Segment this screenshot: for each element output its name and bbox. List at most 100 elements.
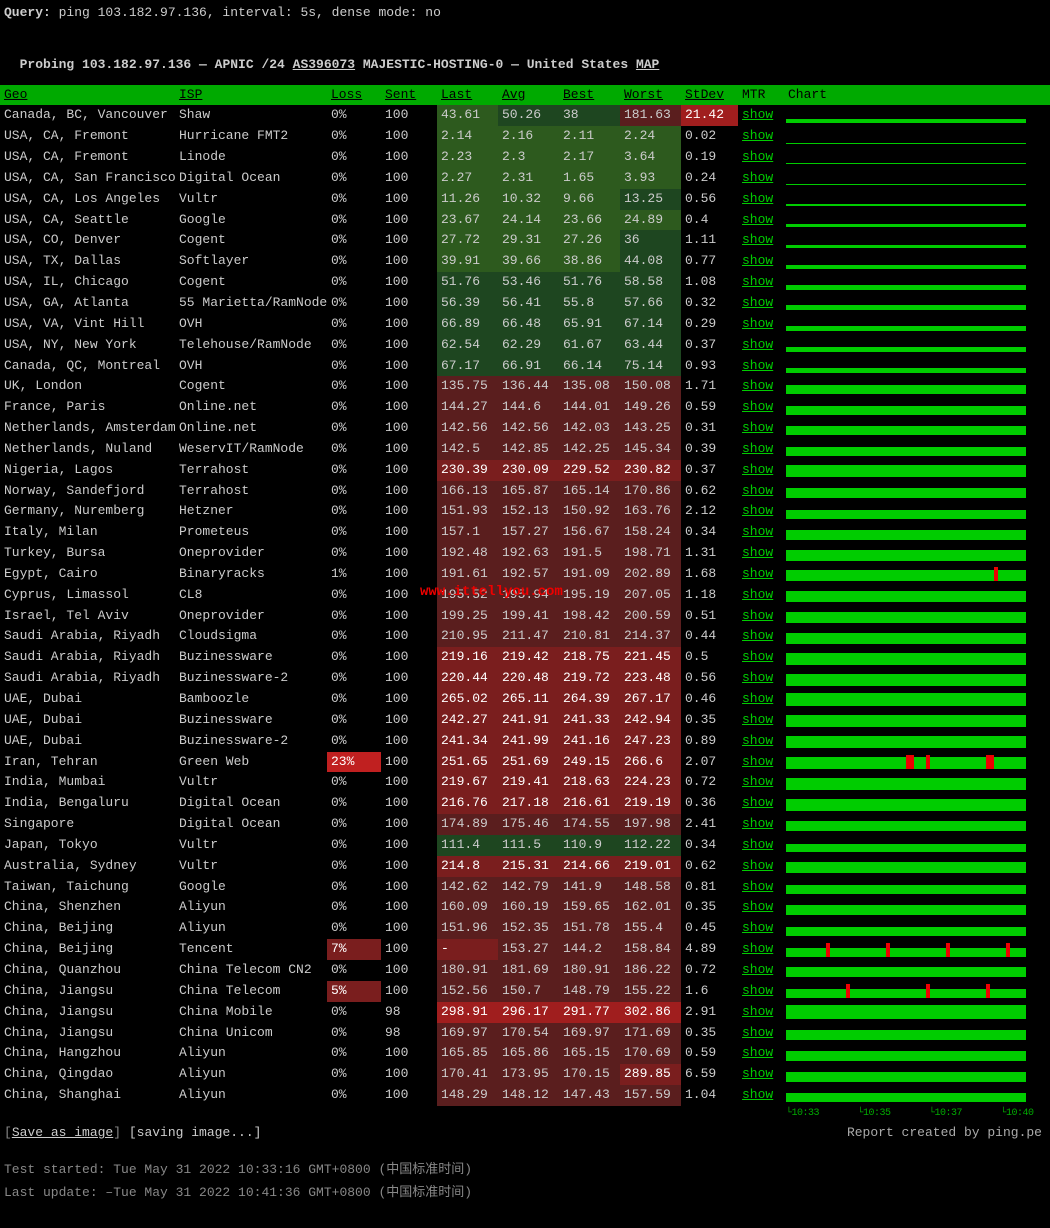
mtr-show-link[interactable]: show [742, 420, 773, 435]
mtr-show-link[interactable]: show [742, 920, 773, 935]
mtr-show-link[interactable]: show [742, 107, 773, 122]
save-as-image-link[interactable]: Save as image [12, 1125, 113, 1140]
mtr-show-link[interactable]: show [742, 295, 773, 310]
table-row: India, MumbaiVultr0%100219.67219.41218.6… [0, 772, 1050, 793]
col-loss[interactable]: Loss [327, 85, 381, 106]
col-stdev[interactable]: StDev [681, 85, 738, 106]
table-row: China, BeijingAliyun0%100151.96152.35151… [0, 918, 1050, 939]
cell-avg: 53.46 [498, 272, 559, 293]
mtr-show-link[interactable]: show [742, 983, 773, 998]
cell-chart [784, 668, 1050, 689]
cell-best: 156.67 [559, 522, 620, 543]
cell-isp: Vultr [175, 856, 327, 877]
cell-mtr: show [738, 168, 784, 189]
col-sent[interactable]: Sent [381, 85, 437, 106]
mtr-show-link[interactable]: show [742, 545, 773, 560]
cell-avg: 165.87 [498, 481, 559, 502]
mtr-show-link[interactable]: show [742, 587, 773, 602]
col-geo[interactable]: Geo [0, 85, 175, 106]
cell-avg: 219.41 [498, 772, 559, 793]
col-isp[interactable]: ISP [175, 85, 327, 106]
mtr-show-link[interactable]: show [742, 1025, 773, 1040]
asn-link[interactable]: AS396073 [293, 57, 355, 72]
mtr-show-link[interactable]: show [742, 816, 773, 831]
mtr-show-link[interactable]: show [742, 649, 773, 664]
mtr-show-link[interactable]: show [742, 733, 773, 748]
cell-avg: 220.48 [498, 668, 559, 689]
mtr-show-link[interactable]: show [742, 378, 773, 393]
mtr-show-link[interactable]: show [742, 503, 773, 518]
cell-chart [784, 877, 1050, 898]
mtr-show-link[interactable]: show [742, 566, 773, 581]
latency-sparkline [786, 1068, 1048, 1082]
cell-isp: Tencent [175, 939, 327, 960]
cell-stdev: 0.77 [681, 251, 738, 272]
mtr-show-link[interactable]: show [742, 232, 773, 247]
mtr-show-link[interactable]: show [742, 691, 773, 706]
chart-axis: └10:33 └10:35 └10:37 └10:40 [784, 1106, 1050, 1123]
mtr-show-link[interactable]: show [742, 1004, 773, 1019]
cell-sent: 98 [381, 1002, 437, 1023]
latency-sparkline [786, 484, 1048, 498]
mtr-show-link[interactable]: show [742, 358, 773, 373]
mtr-show-link[interactable]: show [742, 858, 773, 873]
cell-avg: 173.95 [498, 1064, 559, 1085]
latency-sparkline [786, 1005, 1048, 1019]
cell-mtr: show [738, 793, 784, 814]
mtr-show-link[interactable]: show [742, 962, 773, 977]
col-last[interactable]: Last [437, 85, 498, 106]
cell-best: 2.17 [559, 147, 620, 168]
mtr-show-link[interactable]: show [742, 879, 773, 894]
cell-sent: 100 [381, 752, 437, 773]
mtr-show-link[interactable]: show [742, 524, 773, 539]
mtr-show-link[interactable]: show [742, 941, 773, 956]
mtr-show-link[interactable]: show [742, 462, 773, 477]
col-worst[interactable]: Worst [620, 85, 681, 106]
cell-loss: 0% [327, 877, 381, 898]
cell-last: 219.67 [437, 772, 498, 793]
mtr-show-link[interactable]: show [742, 170, 773, 185]
mtr-show-link[interactable]: show [742, 483, 773, 498]
cell-worst: 170.69 [620, 1043, 681, 1064]
mtr-show-link[interactable]: show [742, 608, 773, 623]
mtr-show-link[interactable]: show [742, 712, 773, 727]
cell-geo: Italy, Milan [0, 522, 175, 543]
mtr-show-link[interactable]: show [742, 274, 773, 289]
mtr-show-link[interactable]: show [742, 128, 773, 143]
cell-last: 62.54 [437, 335, 498, 356]
mtr-show-link[interactable]: show [742, 337, 773, 352]
mtr-show-link[interactable]: show [742, 628, 773, 643]
mtr-show-link[interactable]: show [742, 441, 773, 456]
cell-stdev: 1.68 [681, 564, 738, 585]
mtr-show-link[interactable]: show [742, 149, 773, 164]
mtr-show-link[interactable]: show [742, 253, 773, 268]
mtr-show-link[interactable]: show [742, 212, 773, 227]
cell-loss: 0% [327, 772, 381, 793]
latency-sparkline [786, 401, 1048, 415]
cell-sent: 100 [381, 793, 437, 814]
cell-geo: China, Beijing [0, 918, 175, 939]
mtr-show-link[interactable]: show [742, 837, 773, 852]
col-mtr: MTR [738, 85, 784, 106]
mtr-show-link[interactable]: show [742, 774, 773, 789]
table-row: USA, CA, SeattleGoogle0%10023.6724.1423.… [0, 210, 1050, 231]
cell-last: 170.41 [437, 1064, 498, 1085]
map-link[interactable]: MAP [636, 57, 659, 72]
col-best[interactable]: Best [559, 85, 620, 106]
mtr-show-link[interactable]: show [742, 1087, 773, 1102]
mtr-show-link[interactable]: show [742, 899, 773, 914]
mtr-show-link[interactable]: show [742, 1066, 773, 1081]
mtr-show-link[interactable]: show [742, 1045, 773, 1060]
mtr-show-link[interactable]: show [742, 191, 773, 206]
mtr-show-link[interactable]: show [742, 670, 773, 685]
cell-loss: 7% [327, 939, 381, 960]
col-avg[interactable]: Avg [498, 85, 559, 106]
mtr-show-link[interactable]: show [742, 316, 773, 331]
cell-best: 38.86 [559, 251, 620, 272]
mtr-show-link[interactable]: show [742, 795, 773, 810]
cell-worst: 230.82 [620, 460, 681, 481]
cell-stdev: 0.62 [681, 856, 738, 877]
probe-line: Probing 103.182.97.136 — APNIC /24 AS396… [0, 35, 1050, 77]
mtr-show-link[interactable]: show [742, 754, 773, 769]
mtr-show-link[interactable]: show [742, 399, 773, 414]
